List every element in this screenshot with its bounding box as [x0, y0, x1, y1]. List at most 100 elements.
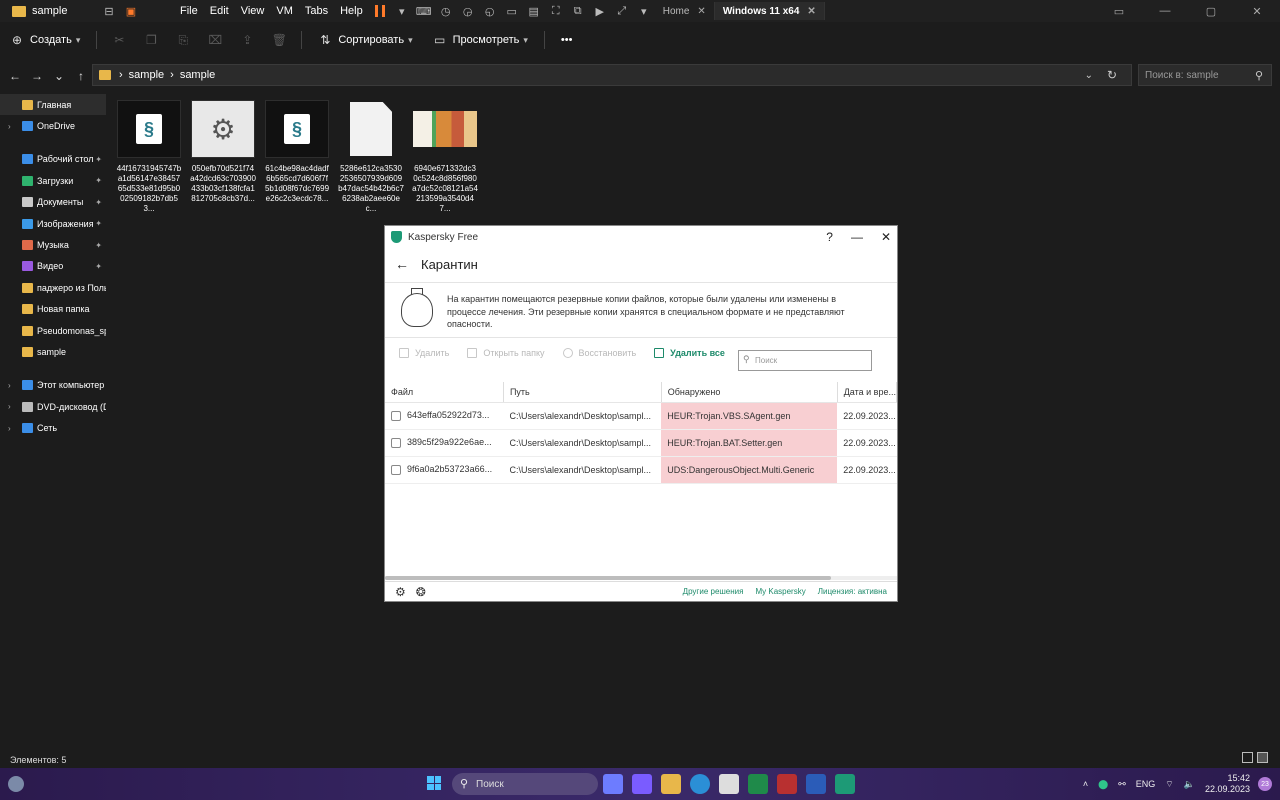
open-folder-button[interactable]: Открыть папку [467, 348, 545, 358]
more-button[interactable]: ••• [551, 26, 583, 54]
restore-icon[interactable]: ▭ [1096, 5, 1142, 18]
unity-icon[interactable]: ⧉ [571, 4, 585, 18]
start-button[interactable] [427, 776, 441, 790]
copy-icon[interactable]: ❐ [135, 33, 167, 47]
back-icon[interactable]: ← [4, 69, 26, 83]
network-icon[interactable]: ⚯ [1118, 779, 1126, 790]
address-bar[interactable]: › sample › sample ⌄ ↻ [92, 64, 1132, 86]
rename-icon[interactable]: ⌧ [199, 33, 231, 47]
search-input[interactable]: Поиск в: sample ⚲ [1138, 64, 1272, 86]
taskbar-search[interactable]: Поиск [452, 773, 598, 795]
footer-link[interactable]: My Kaspersky [755, 587, 805, 596]
table-row[interactable]: 9f6a0a2b53723a66... C:\Users\alexandr\Des… [385, 456, 897, 484]
excel-icon[interactable] [748, 774, 768, 794]
horizontal-scrollbar[interactable] [385, 576, 897, 580]
close-tab-icon[interactable]: ✕ [807, 6, 815, 17]
clock[interactable]: 15:42 22.09.2023 [1205, 773, 1250, 795]
minimize-button[interactable]: — [851, 230, 863, 244]
table-row[interactable]: 389c5f29a922e6ae... C:\Users\alexandr\Des… [385, 429, 897, 457]
store-icon[interactable] [719, 774, 739, 794]
up-icon[interactable]: ↑ [70, 69, 92, 83]
kaspersky-tray-icon[interactable]: ⬤ [1098, 779, 1108, 790]
single-window-icon[interactable]: ▭ [505, 4, 519, 18]
task-view-icon[interactable] [603, 774, 623, 794]
menu-item-vm[interactable]: VM [270, 5, 299, 17]
delete-all-button[interactable]: Удалить все [654, 348, 725, 358]
menu-item-file[interactable]: File [174, 5, 204, 17]
file-item[interactable]: ⚙ 050efb70d521f74a42dcd63c703900433b03cf1… [190, 100, 256, 214]
support-icon[interactable]: ❂ [416, 585, 426, 599]
sidebar-item[interactable]: › OneDrive [0, 115, 106, 136]
expand-chevron-icon[interactable]: › [8, 381, 11, 390]
revert-snapshot-icon[interactable]: ◶ [461, 4, 475, 18]
column-header[interactable]: Путь [503, 382, 662, 403]
vm-tab[interactable]: Windows 11 x64 ✕ [714, 2, 825, 20]
column-header[interactable]: Файл [385, 382, 504, 403]
breadcrumb-item[interactable]: sample [180, 69, 215, 81]
details-view-icon[interactable] [1242, 752, 1253, 763]
close-button[interactable]: ✕ [1234, 5, 1280, 18]
file-item[interactable]: § 61c4be98ac4dadf6b565cd7d606f7f5b1d08f67… [264, 100, 330, 214]
sidebar-item[interactable]: Видео ✦ [0, 256, 106, 277]
close-tab-icon[interactable]: ✕ [697, 6, 705, 17]
footer-link[interactable]: Лицензия: активна [818, 587, 887, 596]
scrollbar-thumb[interactable] [385, 576, 831, 580]
split-view-icon[interactable]: ▤ [527, 4, 541, 18]
pause-icon[interactable] [374, 5, 385, 17]
library-icon[interactable]: ▣ [124, 4, 138, 18]
teams-icon[interactable] [632, 774, 652, 794]
vm-tab[interactable]: Home ✕ [655, 2, 715, 20]
refresh-icon[interactable]: ↻ [1107, 68, 1117, 82]
console-icon[interactable]: ▶ [593, 4, 607, 18]
column-header[interactable]: Дата и вре... [837, 382, 898, 403]
paste-icon[interactable]: ⎘ [167, 33, 199, 48]
help-button[interactable]: ? [826, 230, 833, 244]
weather-widget-icon[interactable] [8, 776, 24, 792]
access-icon[interactable] [777, 774, 797, 794]
kaspersky-icon[interactable] [835, 774, 855, 794]
word-icon[interactable] [806, 774, 826, 794]
sidebar-item[interactable]: Pseudomonas_sp [0, 320, 106, 341]
menu-item-edit[interactable]: Edit [204, 5, 235, 17]
send-keys-icon[interactable]: ⌨ [416, 4, 432, 18]
sidebar-item[interactable]: › DVD-дисковод (D:) [0, 396, 106, 417]
menu-item-view[interactable]: View [235, 5, 271, 17]
file-item[interactable]: § 44f16731945747ba1d56147e3845765d533e81d… [116, 100, 182, 214]
sidebar-toggle-icon[interactable]: ⊟ [102, 4, 116, 18]
table-row[interactable]: 643effa052922d73... C:\Users\alexandr\Des… [385, 402, 897, 430]
expand-chevron-icon[interactable]: › [8, 424, 11, 433]
sidebar-item[interactable]: Главная [0, 94, 106, 116]
edge-icon[interactable] [690, 774, 710, 794]
share-icon[interactable]: ⇪ [231, 33, 263, 47]
breadcrumb-item[interactable]: sample [129, 69, 164, 81]
row-checkbox[interactable] [391, 410, 401, 421]
file-explorer-icon[interactable] [661, 774, 681, 794]
sidebar-item[interactable]: Документы ✦ [0, 192, 106, 213]
sort-button[interactable]: ⇅ Сортировать ▾ [308, 26, 422, 54]
delete-icon[interactable]: 🗑 [263, 33, 295, 47]
chevron-down-icon[interactable]: ▾ [637, 4, 651, 18]
close-button[interactable]: ✕ [881, 230, 891, 244]
sidebar-item[interactable]: › Сеть [0, 417, 106, 438]
tiles-view-icon[interactable] [1257, 752, 1268, 763]
row-checkbox[interactable] [391, 464, 401, 475]
menu-item-help[interactable]: Help [334, 5, 369, 17]
stretch-icon[interactable]: ⤢ [615, 4, 629, 18]
sidebar-item[interactable]: Загрузки ✦ [0, 170, 106, 191]
settings-gear-icon[interactable]: ⚙ [395, 585, 406, 599]
notification-badge[interactable]: 23 [1258, 777, 1272, 791]
forward-icon[interactable]: → [26, 69, 48, 83]
sidebar-item[interactable]: Музыка ✦ [0, 234, 106, 255]
chevron-down-icon[interactable]: ⌄ [1085, 70, 1093, 81]
volume-icon[interactable]: 🔈 [1184, 779, 1195, 790]
wifi-icon[interactable]: ⌔ [1165, 779, 1173, 790]
sidebar-item[interactable]: паджеро из Польши [0, 277, 106, 298]
menu-item-tabs[interactable]: Tabs [299, 5, 334, 17]
back-arrow-icon[interactable]: ← [395, 256, 409, 272]
snapshot-icon[interactable]: ◷ [439, 4, 453, 18]
column-header[interactable]: Обнаружено [661, 382, 838, 403]
fullscreen-icon[interactable]: ⛶ [549, 4, 563, 18]
expand-chevron-icon[interactable]: › [8, 402, 11, 411]
sidebar-item[interactable]: Изображения ✦ [0, 213, 106, 234]
chevron-down-icon[interactable]: ▾ [395, 4, 409, 18]
